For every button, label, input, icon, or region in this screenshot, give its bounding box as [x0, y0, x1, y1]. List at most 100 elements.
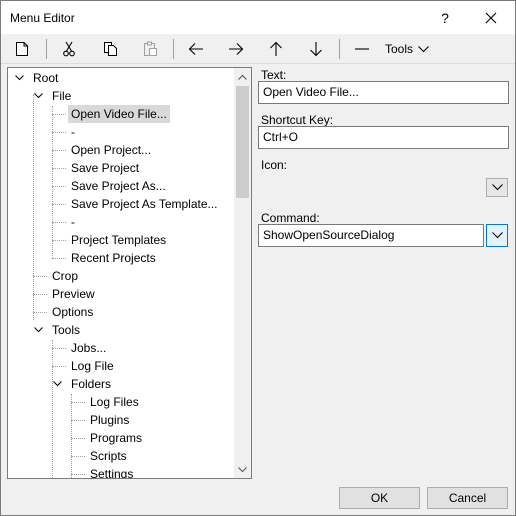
tree-line — [52, 204, 66, 205]
tree-line — [52, 258, 66, 259]
chevron-down-icon — [491, 184, 503, 191]
add-separator-button[interactable] — [350, 37, 374, 61]
tree-line — [52, 366, 66, 367]
tree-line — [52, 186, 66, 187]
tree-item-save-project[interactable]: Save Project — [71, 159, 139, 177]
scroll-down-button[interactable] — [234, 461, 251, 478]
chevron-down-icon — [418, 45, 429, 52]
tree-item-programs[interactable]: Programs — [90, 429, 142, 447]
scroll-thumb[interactable] — [236, 86, 249, 198]
tree-line — [52, 114, 66, 115]
tree-line — [52, 348, 66, 349]
tree-item-scripts[interactable]: Scripts — [90, 447, 127, 465]
tree-item-save-project-as[interactable]: Save Project As... — [71, 177, 166, 195]
cancel-button[interactable]: Cancel — [427, 487, 508, 509]
tree-line — [71, 420, 85, 421]
toolbar-separator — [339, 39, 340, 59]
command-label: Command: — [261, 211, 320, 225]
toolbar-separator — [173, 39, 174, 59]
menu-tree[interactable]: Root File Open Video File... - Open Proj… — [7, 67, 252, 479]
tree-line — [71, 438, 85, 439]
help-icon: ? — [441, 9, 449, 26]
tree-line — [71, 394, 72, 478]
tree-line — [33, 312, 47, 313]
tree-item-open-video-file[interactable]: Open Video File... — [68, 105, 170, 123]
icon-label: Icon: — [261, 158, 288, 172]
arrow-right-icon — [229, 43, 244, 55]
tree-item-options[interactable]: Options — [52, 303, 93, 321]
tree-line — [33, 294, 47, 295]
scroll-up-button[interactable] — [234, 68, 251, 85]
move-left-button[interactable] — [184, 37, 208, 61]
tree-item-plugins[interactable]: Plugins — [90, 411, 129, 429]
text-label: Text: — [261, 68, 287, 82]
paste-button[interactable] — [138, 37, 162, 61]
ok-button[interactable]: OK — [339, 487, 420, 509]
help-button[interactable]: ? — [422, 1, 468, 34]
tree-item-separator[interactable]: - — [71, 213, 75, 231]
text-input[interactable]: Open Video File... — [258, 81, 509, 104]
tree-line — [52, 222, 66, 223]
chevron-up-icon — [238, 74, 247, 80]
tree-item-separator[interactable]: - — [71, 123, 75, 141]
close-button[interactable] — [468, 1, 514, 34]
tree-line — [52, 132, 66, 133]
tree-scrollbar[interactable] — [234, 68, 251, 478]
close-icon — [485, 12, 497, 23]
chevron-down-icon — [33, 327, 43, 333]
tree-line — [33, 276, 47, 277]
tree-item-log-files[interactable]: Log Files — [90, 393, 139, 411]
move-right-button[interactable] — [224, 37, 248, 61]
arrow-up-icon — [270, 41, 282, 56]
tree-item-jobs[interactable]: Jobs... — [71, 339, 106, 357]
tree-item-preview[interactable]: Preview — [52, 285, 95, 303]
icon-dropdown-button[interactable] — [486, 178, 508, 197]
tree-item-project-templates[interactable]: Project Templates — [71, 231, 166, 249]
tree-line — [71, 456, 85, 457]
title-bar: Menu Editor ? — [1, 1, 515, 34]
shortcut-key-label: Shortcut Key: — [261, 113, 334, 127]
new-icon — [16, 42, 28, 56]
tree-line — [52, 106, 53, 258]
shortcut-key-input[interactable]: Ctrl+O — [258, 126, 509, 149]
separator-item-icon — [355, 48, 369, 50]
tree-item-settings[interactable]: Settings — [90, 465, 133, 478]
tree-item-save-project-as-template[interactable]: Save Project As Template... — [71, 195, 218, 213]
tree-line — [71, 402, 85, 403]
window-title: Menu Editor — [10, 11, 75, 25]
tree-item-file[interactable]: File — [52, 87, 71, 105]
tree-line — [71, 474, 85, 475]
tree-expander-file[interactable] — [33, 87, 43, 105]
tree-line — [52, 150, 66, 151]
copy-button[interactable] — [98, 37, 122, 61]
cut-button[interactable] — [57, 37, 81, 61]
tree-item-recent-projects[interactable]: Recent Projects — [71, 249, 156, 267]
move-down-button[interactable] — [304, 37, 328, 61]
chevron-down-icon — [14, 75, 24, 81]
tree-item-crop[interactable]: Crop — [52, 267, 78, 285]
tree-line — [52, 168, 66, 169]
tree-item-folders[interactable]: Folders — [71, 375, 111, 393]
tree-line — [52, 340, 53, 478]
tree-item-root[interactable]: Root — [33, 69, 58, 87]
arrow-down-icon — [310, 42, 322, 57]
chevron-down-icon — [52, 381, 62, 387]
tree-line — [33, 94, 34, 320]
tree-line — [52, 240, 66, 241]
tree-item-tools[interactable]: Tools — [52, 321, 80, 339]
tree-item-open-project[interactable]: Open Project... — [71, 141, 151, 159]
tree-item-log-file[interactable]: Log File — [71, 357, 114, 375]
move-up-button[interactable] — [264, 37, 288, 61]
tree-expander-root[interactable] — [14, 69, 24, 87]
tools-menu-button[interactable]: Tools — [385, 37, 429, 61]
copy-icon — [103, 42, 117, 56]
chevron-down-icon — [33, 93, 43, 99]
command-input[interactable]: ShowOpenSourceDialog — [258, 224, 484, 247]
command-dropdown-button[interactable] — [486, 224, 508, 247]
tree-expander-tools[interactable] — [33, 321, 43, 339]
new-item-button[interactable] — [10, 37, 34, 61]
paste-icon — [143, 41, 157, 56]
tree-expander-folders[interactable] — [52, 375, 62, 393]
tools-menu-label: Tools — [385, 42, 414, 56]
chevron-down-icon — [491, 232, 503, 239]
